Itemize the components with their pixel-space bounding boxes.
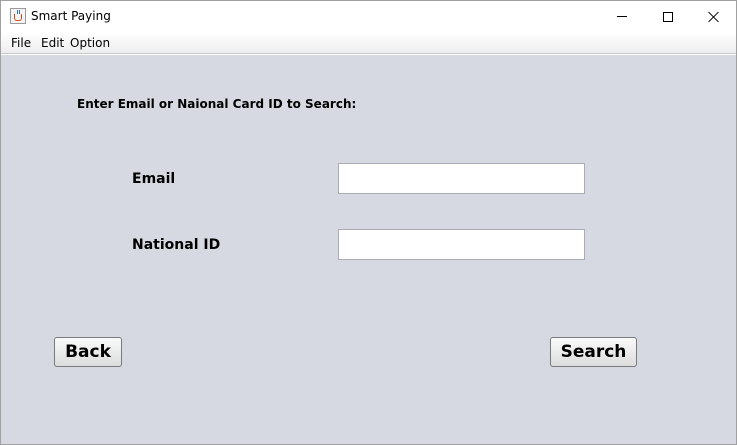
menu-file[interactable]: File [11,36,31,50]
national-id-label: National ID [132,237,221,253]
menu-edit[interactable]: Edit [41,36,64,50]
close-button[interactable] [691,1,737,32]
search-panel: Enter Email or Naional Card ID to Search… [1,55,736,444]
minimize-button[interactable] [599,1,645,32]
java-app-icon [10,8,26,24]
search-instruction: Enter Email or Naional Card ID to Search… [77,97,357,111]
maximize-icon [663,11,673,22]
cup-shape [14,14,22,21]
menu-bar: File Edit Option [1,32,736,54]
email-field[interactable] [338,163,585,194]
search-button[interactable]: Search [550,337,637,367]
back-button[interactable]: Back [54,337,122,367]
title-bar[interactable]: Smart Paying [1,1,736,32]
menu-option[interactable]: Option [70,36,110,50]
national-id-field[interactable] [338,229,585,260]
app-window: Smart Paying File Edit Option Enter Emai… [0,0,737,445]
maximize-button[interactable] [645,1,691,32]
window-title: Smart Paying [31,9,111,23]
email-label: Email [132,171,176,187]
close-icon [708,11,720,23]
minimize-icon [617,16,627,17]
